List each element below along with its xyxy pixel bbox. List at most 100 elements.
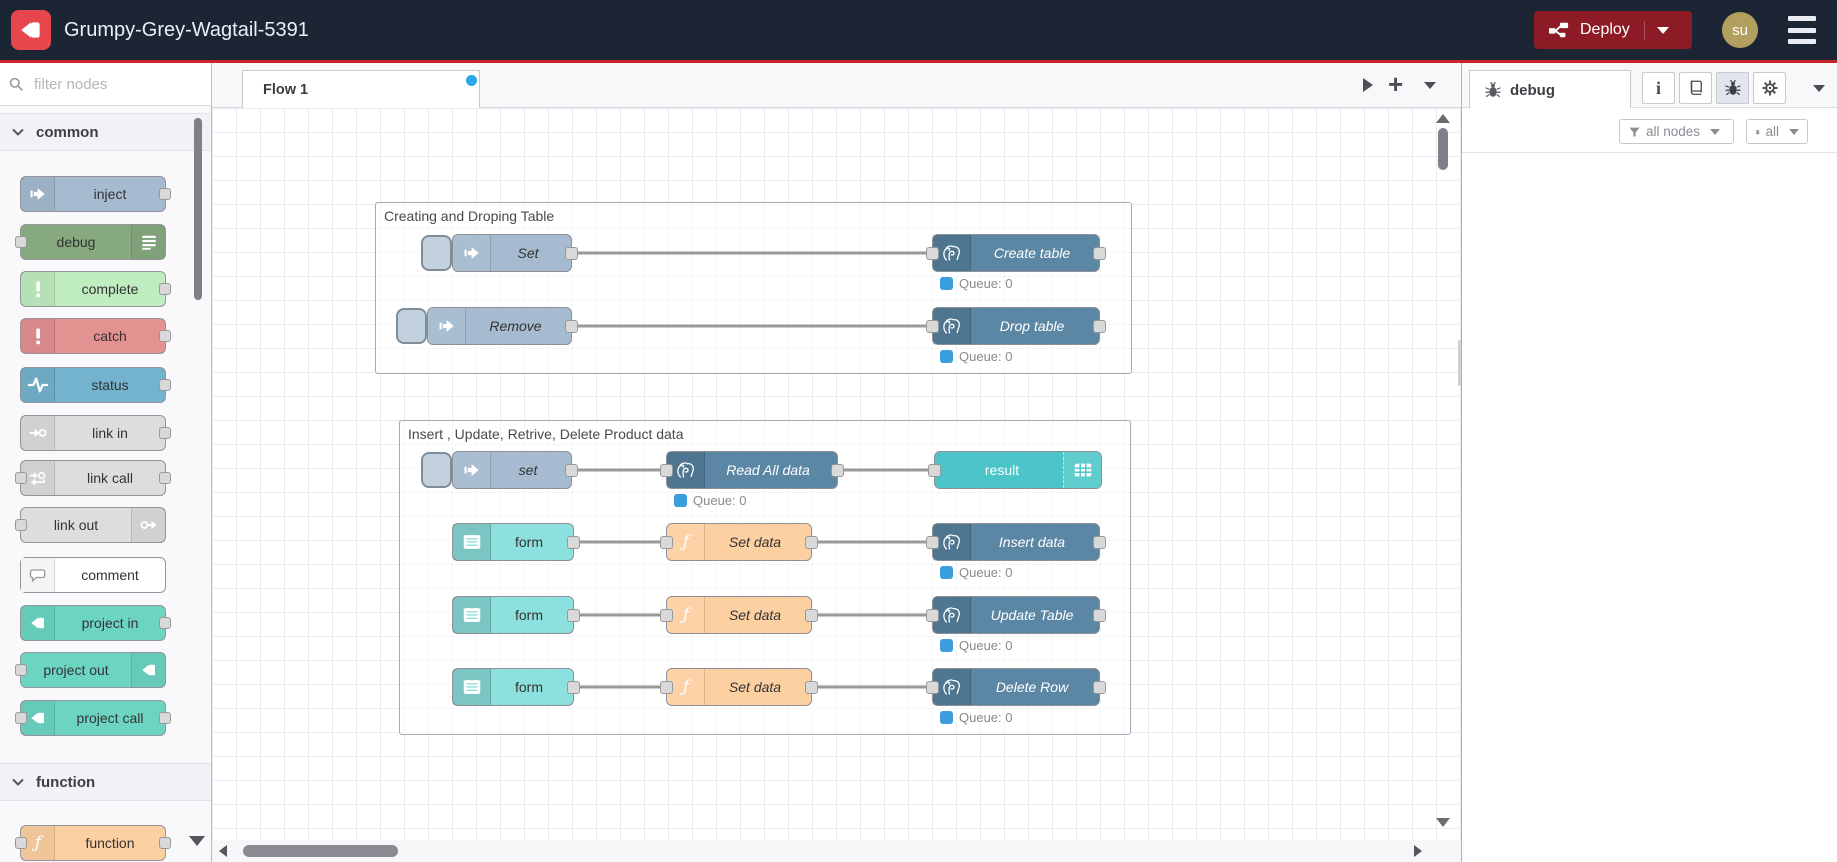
flow-node-set-data[interactable]: ƒ Set data [660, 523, 818, 561]
flow-node-remove[interactable]: Remove [427, 307, 578, 345]
palette-node-status[interactable]: status [20, 367, 171, 403]
flow-node-drop-table[interactable]: Drop table [926, 307, 1106, 345]
input-port[interactable] [660, 536, 673, 549]
palette-node-function[interactable]: ƒ function [15, 825, 171, 861]
palette-node-project-in[interactable]: project in [20, 605, 171, 641]
output-port[interactable] [159, 283, 171, 295]
palette-scrollbar-thumb[interactable] [194, 118, 202, 300]
flow-node-insert-data[interactable]: Insert data [926, 523, 1106, 561]
output-port[interactable] [565, 320, 578, 333]
palette-node-link-in[interactable]: link in [20, 415, 171, 451]
input-port[interactable] [926, 681, 939, 694]
flow-node-set[interactable]: Set [452, 234, 578, 272]
palette-scroll-down-icon[interactable] [189, 836, 205, 846]
debug-filter-button[interactable]: all nodes [1619, 119, 1734, 144]
output-port[interactable] [1093, 536, 1106, 549]
sidebar-menu-chevron[interactable] [1813, 85, 1825, 92]
palette-category-function[interactable]: function [0, 763, 211, 801]
palette-filter-input[interactable] [32, 74, 186, 94]
output-port[interactable] [159, 617, 171, 629]
next-flow-button[interactable] [1363, 78, 1373, 92]
canvas-horizontal-scrollbar-thumb[interactable] [243, 845, 398, 857]
output-port[interactable] [159, 712, 171, 724]
output-port[interactable] [805, 536, 818, 549]
canvas-scroll-left-icon[interactable] [219, 845, 227, 857]
palette-category-common[interactable]: common [0, 113, 211, 151]
output-port[interactable] [805, 609, 818, 622]
flow-node-form[interactable]: form [452, 596, 580, 634]
flow-node-create-table[interactable]: Create table [926, 234, 1106, 272]
inject-button[interactable] [421, 235, 452, 271]
user-avatar[interactable]: su [1722, 12, 1758, 48]
deploy-button[interactable]: Deploy [1534, 11, 1692, 49]
flow-node-delete-row[interactable]: Delete Row [926, 668, 1106, 706]
inject-button[interactable] [421, 452, 452, 488]
flow-node-set[interactable]: set [452, 451, 578, 489]
output-port[interactable] [1093, 320, 1106, 333]
main-menu-button[interactable] [1788, 16, 1816, 44]
deploy-options-chevron-icon[interactable] [1643, 20, 1669, 40]
input-port[interactable] [15, 712, 27, 724]
flow-node-set-data[interactable]: ƒ Set data [660, 668, 818, 706]
palette-node-complete[interactable]: complete [20, 271, 171, 307]
output-port[interactable] [159, 330, 171, 342]
flow-node-update-table[interactable]: Update Table [926, 596, 1106, 634]
sidebar-resize-handle[interactable] [1458, 340, 1461, 386]
palette-node-catch[interactable]: catch [20, 318, 171, 354]
canvas-vertical-scrollbar-thumb[interactable] [1438, 128, 1448, 170]
output-port[interactable] [567, 681, 580, 694]
palette-node-project-call[interactable]: project call [15, 700, 171, 736]
flow-node-set-data[interactable]: ƒ Set data [660, 596, 818, 634]
inject-button[interactable] [396, 308, 427, 344]
palette-node-comment[interactable]: comment [20, 557, 166, 593]
flow-node-form[interactable]: form [452, 523, 580, 561]
input-port[interactable] [926, 320, 939, 333]
canvas-scroll-right-icon[interactable] [1414, 845, 1422, 857]
palette-node-inject[interactable]: inject [20, 176, 171, 212]
tab-debug[interactable]: debug [1469, 70, 1631, 109]
canvas-scroll-up-icon[interactable] [1436, 114, 1450, 123]
output-port[interactable] [1093, 609, 1106, 622]
output-port[interactable] [159, 379, 171, 391]
palette-node-project-out[interactable]: project out [15, 652, 166, 688]
input-port[interactable] [660, 609, 673, 622]
input-port[interactable] [15, 236, 27, 248]
palette-node-link-call[interactable]: link call [15, 460, 171, 496]
input-port[interactable] [15, 837, 27, 849]
output-port[interactable] [567, 609, 580, 622]
flow-grid[interactable]: Creating and Droping Table Insert , Updat… [212, 108, 1461, 841]
output-port[interactable] [159, 427, 171, 439]
flow-node-result[interactable]: result [928, 451, 1102, 489]
output-port[interactable] [805, 681, 818, 694]
input-port[interactable] [15, 519, 27, 531]
flow-node-form[interactable]: form [452, 668, 580, 706]
output-port[interactable] [567, 536, 580, 549]
input-port[interactable] [926, 247, 939, 260]
output-port[interactable] [159, 472, 171, 484]
input-port[interactable] [660, 681, 673, 694]
input-port[interactable] [15, 664, 27, 676]
input-port[interactable] [926, 609, 939, 622]
tab-flow-1[interactable]: Flow 1 [242, 70, 480, 109]
palette-node-link-out[interactable]: link out [15, 507, 166, 543]
output-port[interactable] [159, 188, 171, 200]
output-port[interactable] [159, 837, 171, 849]
input-port[interactable] [660, 464, 673, 477]
output-port[interactable] [1093, 681, 1106, 694]
flow-list-chevron[interactable] [1424, 82, 1436, 89]
canvas-scroll-down-icon[interactable] [1436, 818, 1450, 827]
input-port[interactable] [928, 464, 941, 477]
output-port[interactable] [1093, 247, 1106, 260]
output-port[interactable] [831, 464, 844, 477]
debug-tab-button[interactable] [1716, 72, 1749, 104]
flow-node-read-all-data[interactable]: Read All data [660, 451, 844, 489]
add-flow-button[interactable]: + [1388, 69, 1403, 99]
config-tab-button[interactable] [1753, 72, 1786, 104]
input-port[interactable] [15, 472, 27, 484]
info-tab-button[interactable]: i [1642, 72, 1675, 104]
debug-clear-button[interactable]: all [1746, 119, 1808, 144]
input-port[interactable] [926, 536, 939, 549]
output-port[interactable] [565, 247, 578, 260]
palette-node-debug[interactable]: debug [15, 224, 166, 260]
help-tab-button[interactable] [1679, 72, 1712, 104]
